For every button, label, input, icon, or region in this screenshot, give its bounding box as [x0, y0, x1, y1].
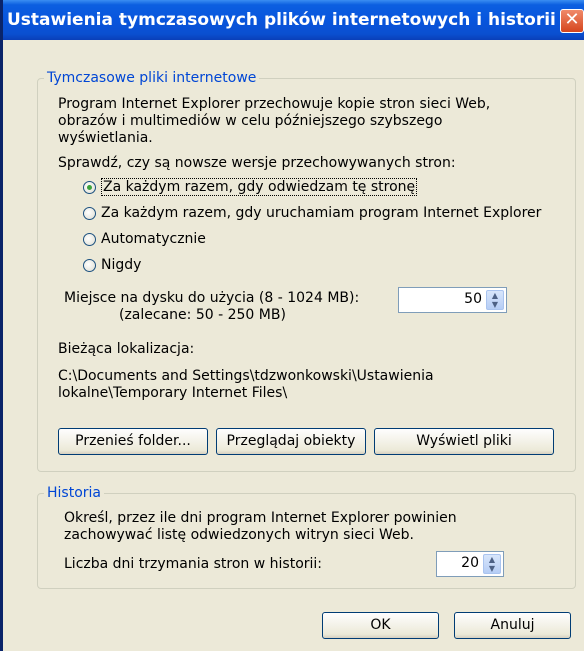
disk-space-label: Miejsce na dysku do użycia (8 - 1024 MB)… [64, 290, 360, 306]
history-days-stepper[interactable]: 20 ▲ ▼ [436, 551, 504, 577]
radio-every-visit[interactable]: Za każdym razem, gdy odwiedzam tę stronę [83, 178, 418, 196]
radio-never[interactable]: Nigdy [83, 257, 141, 273]
spin-down-icon[interactable]: ▼ [487, 300, 503, 309]
close-icon[interactable]: ✕ [560, 9, 584, 33]
window-title: Ustawienia tymczasowych plików interneto… [7, 10, 556, 30]
history-description-line-1: Określ, przez ile dni program Internet E… [64, 510, 457, 526]
disk-space-hint: (zalecane: 50 - 250 MB) [119, 307, 286, 323]
spin-down-icon[interactable]: ▼ [484, 564, 500, 573]
radio-unselected-icon [83, 206, 96, 220]
location-path-line-2: lokalne\Temporary Internet Files\ [58, 385, 288, 401]
temp-files-description-line-3: wyświetlania. [58, 130, 153, 146]
ok-button[interactable]: OK [322, 612, 439, 639]
temp-files-description-line-1: Program Internet Explorer przechowuje ko… [58, 96, 491, 112]
radio-every-visit-label: Za każdym razem, gdy odwiedzam tę stronę [101, 178, 418, 196]
history-description-line-2: zachowywać listę odwiedzonych witryn sie… [64, 527, 414, 543]
spin-arrows-icon[interactable]: ▲ ▼ [486, 290, 504, 310]
title-bar[interactable]: Ustawienia tymczasowych plików interneto… [3, 0, 584, 40]
spin-up-icon[interactable]: ▲ [487, 291, 503, 300]
spin-arrows-icon[interactable]: ▲ ▼ [483, 554, 501, 574]
move-folder-button[interactable]: Przenieś folder... [58, 428, 208, 455]
settings-dialog: Ustawienia tymczasowych plików interneto… [0, 0, 584, 651]
location-path-line-1: C:\Documents and Settings\tdzwonkowski\U… [58, 368, 434, 384]
radio-every-start-label: Za każdym razem, gdy uruchamiam program … [101, 205, 542, 221]
spin-up-icon[interactable]: ▲ [484, 555, 500, 564]
radio-selected-icon [83, 180, 96, 194]
radio-unselected-icon [83, 232, 96, 246]
temp-files-legend: Tymczasowe pliki internetowe [47, 70, 257, 86]
disk-space-value: 50 [464, 291, 482, 307]
history-legend: Historia [47, 485, 101, 501]
view-objects-button[interactable]: Przeglądaj obiekty [216, 428, 366, 455]
radio-automatic-label: Automatycznie [101, 231, 206, 247]
radio-automatic[interactable]: Automatycznie [83, 231, 206, 247]
check-versions-label: Sprawdź, czy są nowsze wersje przechowyw… [58, 155, 456, 171]
disk-space-stepper[interactable]: 50 ▲ ▼ [398, 287, 507, 313]
current-location-label: Bieżąca lokalizacja: [58, 341, 195, 357]
radio-every-start[interactable]: Za każdym razem, gdy uruchamiam program … [83, 205, 541, 221]
history-days-value: 20 [461, 555, 479, 571]
radio-never-label: Nigdy [101, 257, 142, 273]
radio-unselected-icon [83, 258, 96, 272]
temp-files-description-line-2: obrazów i multimediów w celu późniejszeg… [58, 113, 443, 129]
cancel-button[interactable]: Anuluj [454, 612, 571, 639]
history-days-label: Liczba dni trzymania stron w historii: [64, 556, 323, 572]
view-files-button[interactable]: Wyświetl pliki [374, 428, 554, 455]
